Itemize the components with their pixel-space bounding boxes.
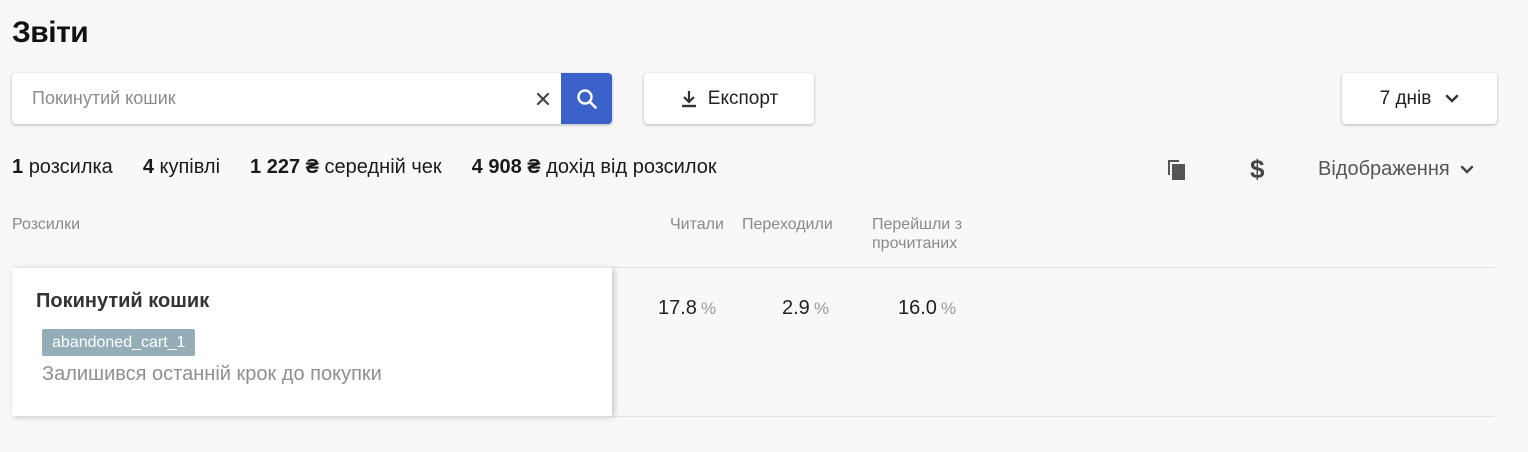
view-label: Відображення xyxy=(1318,158,1450,180)
column-header-mailings: Розсилки xyxy=(12,216,81,233)
mailing-tag: abandoned_cart_1 xyxy=(42,329,196,356)
search-box xyxy=(12,73,612,124)
copy-icon[interactable] xyxy=(1166,158,1188,187)
export-label: Експорт xyxy=(707,87,779,109)
search-input[interactable] xyxy=(12,73,525,124)
metric-read: 17.8% xyxy=(658,297,717,319)
report-tools: $ Відображення xyxy=(0,154,1528,187)
chevron-down-icon xyxy=(1460,165,1474,175)
page-title: Звіти xyxy=(12,16,89,49)
metric-clicked: 2.9% xyxy=(782,297,829,319)
metric-conversion: 16.0% xyxy=(898,297,957,319)
table-row[interactable]: Покинутий кошик abandoned_cart_1 Залишив… xyxy=(12,268,612,416)
search-icon xyxy=(576,88,597,109)
chevron-down-icon xyxy=(1445,94,1459,104)
column-header-read[interactable]: Читали xyxy=(670,215,724,234)
dollar-icon[interactable]: $ xyxy=(1250,154,1264,185)
period-label: 7 днів xyxy=(1379,87,1432,109)
view-dropdown[interactable]: Відображення xyxy=(1318,158,1474,181)
clear-icon[interactable] xyxy=(525,73,561,124)
download-icon xyxy=(680,89,698,109)
mailing-name: Покинутий кошик xyxy=(36,290,210,312)
mailing-subject: Залишився останній крок до покупки xyxy=(42,363,382,385)
table-divider xyxy=(612,267,1494,268)
column-header-conversion[interactable]: Перейшли з прочитаних xyxy=(872,215,982,253)
column-header-clicked[interactable]: Переходили xyxy=(742,215,833,234)
search-button[interactable] xyxy=(561,73,612,124)
table-divider xyxy=(612,416,1494,417)
export-button[interactable]: Експорт xyxy=(644,73,814,124)
period-select[interactable]: 7 днів xyxy=(1342,73,1497,124)
